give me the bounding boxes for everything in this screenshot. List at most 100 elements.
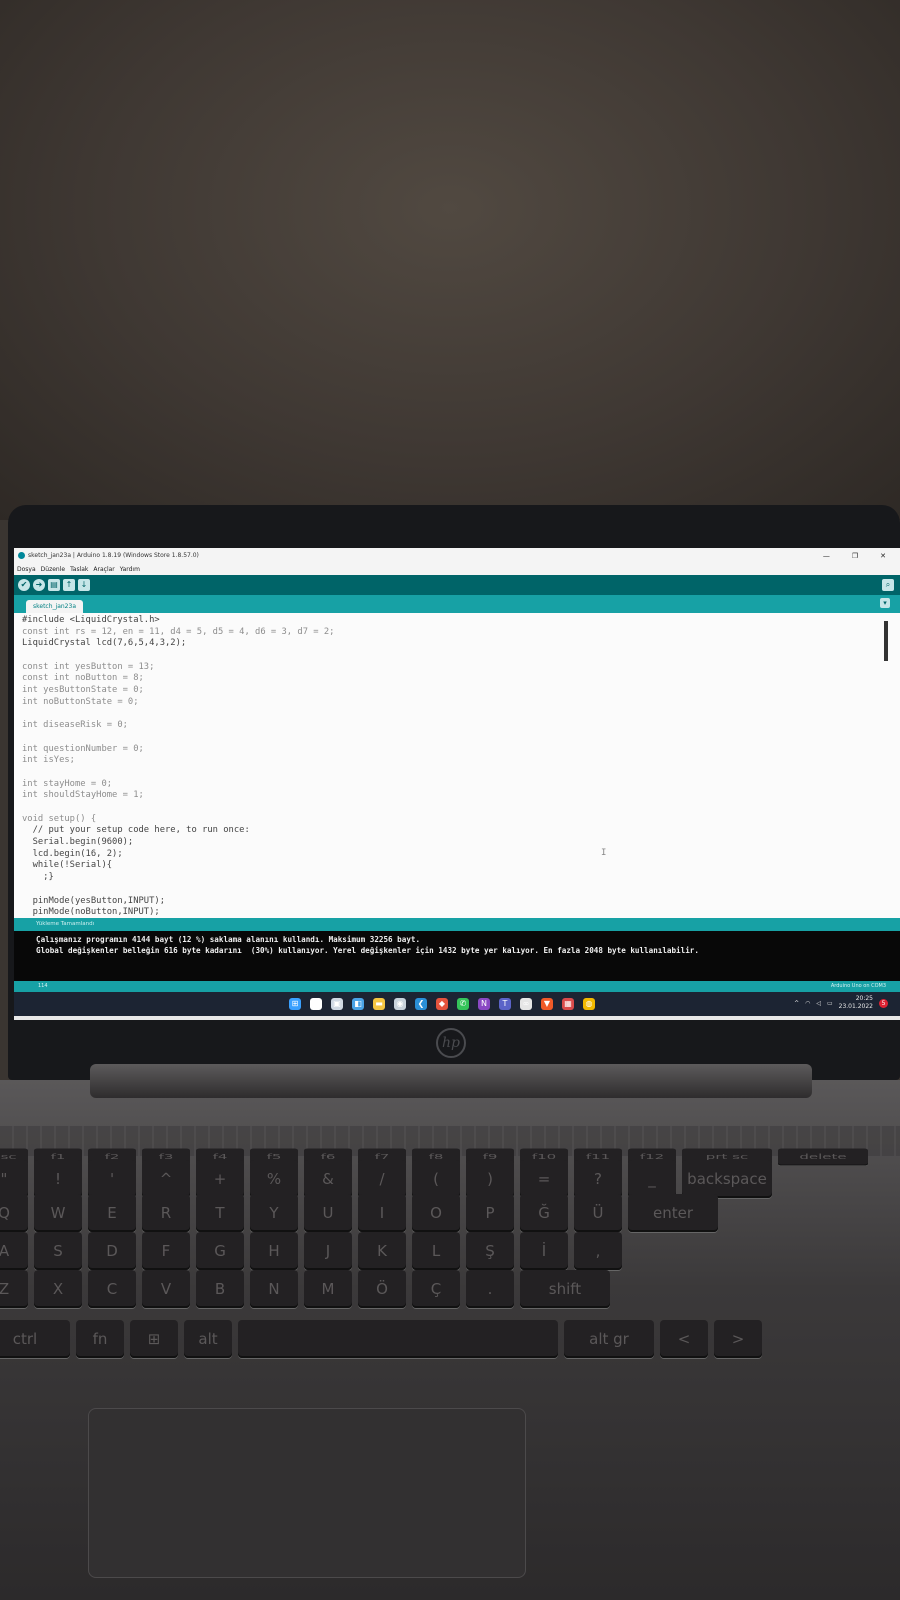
keyboard-key[interactable]: V — [142, 1270, 190, 1308]
keyboard-key[interactable]: X — [34, 1270, 82, 1308]
keyboard-key[interactable]: backspace — [682, 1160, 772, 1198]
whatsapp-icon[interactable]: ✆ — [457, 998, 469, 1010]
keyboard-key[interactable]: _ — [628, 1160, 676, 1198]
keyboard-key[interactable]: M — [304, 1270, 352, 1308]
keyboard-key[interactable]: Ş — [466, 1232, 514, 1270]
keyboard-key[interactable]: shift — [520, 1270, 610, 1308]
keyboard-key[interactable]: T — [196, 1194, 244, 1232]
keyboard-key[interactable]: alt gr — [564, 1320, 654, 1358]
keyboard-key[interactable]: % — [250, 1160, 298, 1198]
keyboard-key[interactable]: U — [304, 1194, 352, 1232]
tab-sketch[interactable]: sketch_jan23a — [26, 600, 83, 613]
tray-overflow-icon[interactable]: ^ — [794, 1000, 799, 1007]
keyboard-key[interactable]: Y — [250, 1194, 298, 1232]
widgets-icon[interactable]: ◧ — [352, 998, 364, 1010]
keyboard-key[interactable]: enter — [628, 1194, 718, 1232]
editor-scrollbar[interactable] — [884, 621, 888, 661]
volume-icon[interactable]: ◁ — [816, 1000, 821, 1007]
keyboard-key[interactable]: L — [412, 1232, 460, 1270]
keyboard-key[interactable]: ! — [34, 1160, 82, 1198]
keyboard-key[interactable]: ' — [88, 1160, 136, 1198]
save-sketch-button[interactable]: ↓ — [78, 579, 90, 591]
file-explorer-icon[interactable]: ▬ — [373, 998, 385, 1010]
keyboard-key[interactable]: + — [196, 1160, 244, 1198]
keyboard-key[interactable]: G — [196, 1232, 244, 1270]
keyboard-key[interactable]: ⊞ — [130, 1320, 178, 1358]
steam-icon[interactable]: ◉ — [394, 998, 406, 1010]
keyboard-key[interactable]: Ö — [358, 1270, 406, 1308]
keyboard-key[interactable]: H — [250, 1232, 298, 1270]
keyboard-key[interactable]: B — [196, 1270, 244, 1308]
keyboard-key[interactable]: S — [34, 1232, 82, 1270]
brave-icon[interactable]: ▼ — [541, 998, 553, 1010]
keyboard-key[interactable]: E — [88, 1194, 136, 1232]
vscode-icon[interactable]: ❮ — [415, 998, 427, 1010]
app-active-icon[interactable]: ▦ — [562, 998, 574, 1010]
keyboard-key[interactable]: ( — [412, 1160, 460, 1198]
menu-item-taslak[interactable]: Taslak — [70, 566, 88, 573]
keyboard-key[interactable]: R — [142, 1194, 190, 1232]
open-sketch-button[interactable]: ↑ — [63, 579, 75, 591]
serial-monitor-button[interactable]: ⌕ — [882, 579, 894, 591]
teams-icon[interactable]: T — [499, 998, 511, 1010]
keyboard-key[interactable]: I — [358, 1194, 406, 1232]
keyboard-key[interactable]: delete — [778, 1148, 868, 1166]
menu-item-araclar[interactable]: Araçlar — [93, 566, 114, 573]
notification-badge[interactable]: 5 — [879, 998, 888, 1008]
keyboard-key[interactable]: A — [0, 1232, 28, 1270]
menu-bar: Dosya Düzenle Taslak Araçlar Yardım — [14, 563, 900, 575]
clock[interactable]: 20:25 23.01.2022 — [839, 995, 873, 1011]
keyboard-key[interactable]: = — [520, 1160, 568, 1198]
app-icon[interactable]: ◆ — [436, 998, 448, 1010]
keyboard-key[interactable]: Ç — [412, 1270, 460, 1308]
menu-item-yardim[interactable]: Yardım — [120, 566, 140, 573]
maximize-button[interactable]: ❐ — [852, 552, 858, 560]
keyboard-key[interactable]: Ğ — [520, 1194, 568, 1232]
keyboard-key[interactable]: Q — [0, 1194, 28, 1232]
keyboard-key[interactable]: & — [304, 1160, 352, 1198]
keyboard-key[interactable]: J — [304, 1232, 352, 1270]
task-view-icon[interactable]: ▣ — [331, 998, 343, 1010]
keyboard-key[interactable]: , — [574, 1232, 622, 1270]
keyboard-key[interactable]: İ — [520, 1232, 568, 1270]
keyboard-key[interactable]: " — [0, 1160, 28, 1198]
keyboard-key[interactable]: alt — [184, 1320, 232, 1358]
keyboard-key[interactable]: ^ — [142, 1160, 190, 1198]
keyboard-key[interactable]: > — [714, 1320, 762, 1358]
battery-icon[interactable]: ▭ — [827, 1000, 833, 1007]
search-icon[interactable]: ⌕ — [310, 998, 322, 1010]
minimize-button[interactable]: — — [823, 552, 830, 560]
upload-button[interactable]: ➜ — [33, 579, 45, 591]
onenote-icon[interactable]: N — [478, 998, 490, 1010]
keyboard-key[interactable]: ctrl — [0, 1320, 70, 1358]
keyboard-key[interactable]: C — [88, 1270, 136, 1308]
chrome-icon[interactable]: ◍ — [583, 998, 595, 1010]
keyboard-key[interactable]: F — [142, 1232, 190, 1270]
arduino-icon[interactable]: ∞ — [520, 998, 532, 1010]
keyboard-key[interactable]: Z — [0, 1270, 28, 1308]
verify-button[interactable]: ✔ — [18, 579, 30, 591]
keyboard-key[interactable]: K — [358, 1232, 406, 1270]
trackpad[interactable] — [88, 1408, 526, 1578]
keyboard-key[interactable]: Ü — [574, 1194, 622, 1232]
keyboard-key[interactable]: W — [34, 1194, 82, 1232]
keyboard-key[interactable]: P — [466, 1194, 514, 1232]
keyboard-key[interactable] — [238, 1320, 558, 1358]
keyboard-key[interactable]: ) — [466, 1160, 514, 1198]
keyboard-key[interactable]: fn — [76, 1320, 124, 1358]
keyboard-key[interactable]: N — [250, 1270, 298, 1308]
keyboard-key[interactable]: O — [412, 1194, 460, 1232]
new-sketch-button[interactable]: ▤ — [48, 579, 60, 591]
keyboard-key[interactable]: . — [466, 1270, 514, 1308]
code-editor[interactable]: #include <LiquidCrystal.h> const int rs =… — [14, 613, 900, 918]
close-button[interactable]: ✕ — [880, 552, 886, 560]
wifi-icon[interactable]: ◠ — [805, 1000, 810, 1007]
keyboard-key[interactable]: D — [88, 1232, 136, 1270]
windows-start-icon[interactable]: ⊞ — [289, 998, 301, 1010]
keyboard-key[interactable]: < — [660, 1320, 708, 1358]
keyboard-key[interactable]: ? — [574, 1160, 622, 1198]
tab-menu-button[interactable]: ▾ — [880, 598, 890, 608]
keyboard-key[interactable]: / — [358, 1160, 406, 1198]
menu-item-dosya[interactable]: Dosya — [17, 566, 36, 573]
menu-item-duzenle[interactable]: Düzenle — [41, 566, 65, 573]
